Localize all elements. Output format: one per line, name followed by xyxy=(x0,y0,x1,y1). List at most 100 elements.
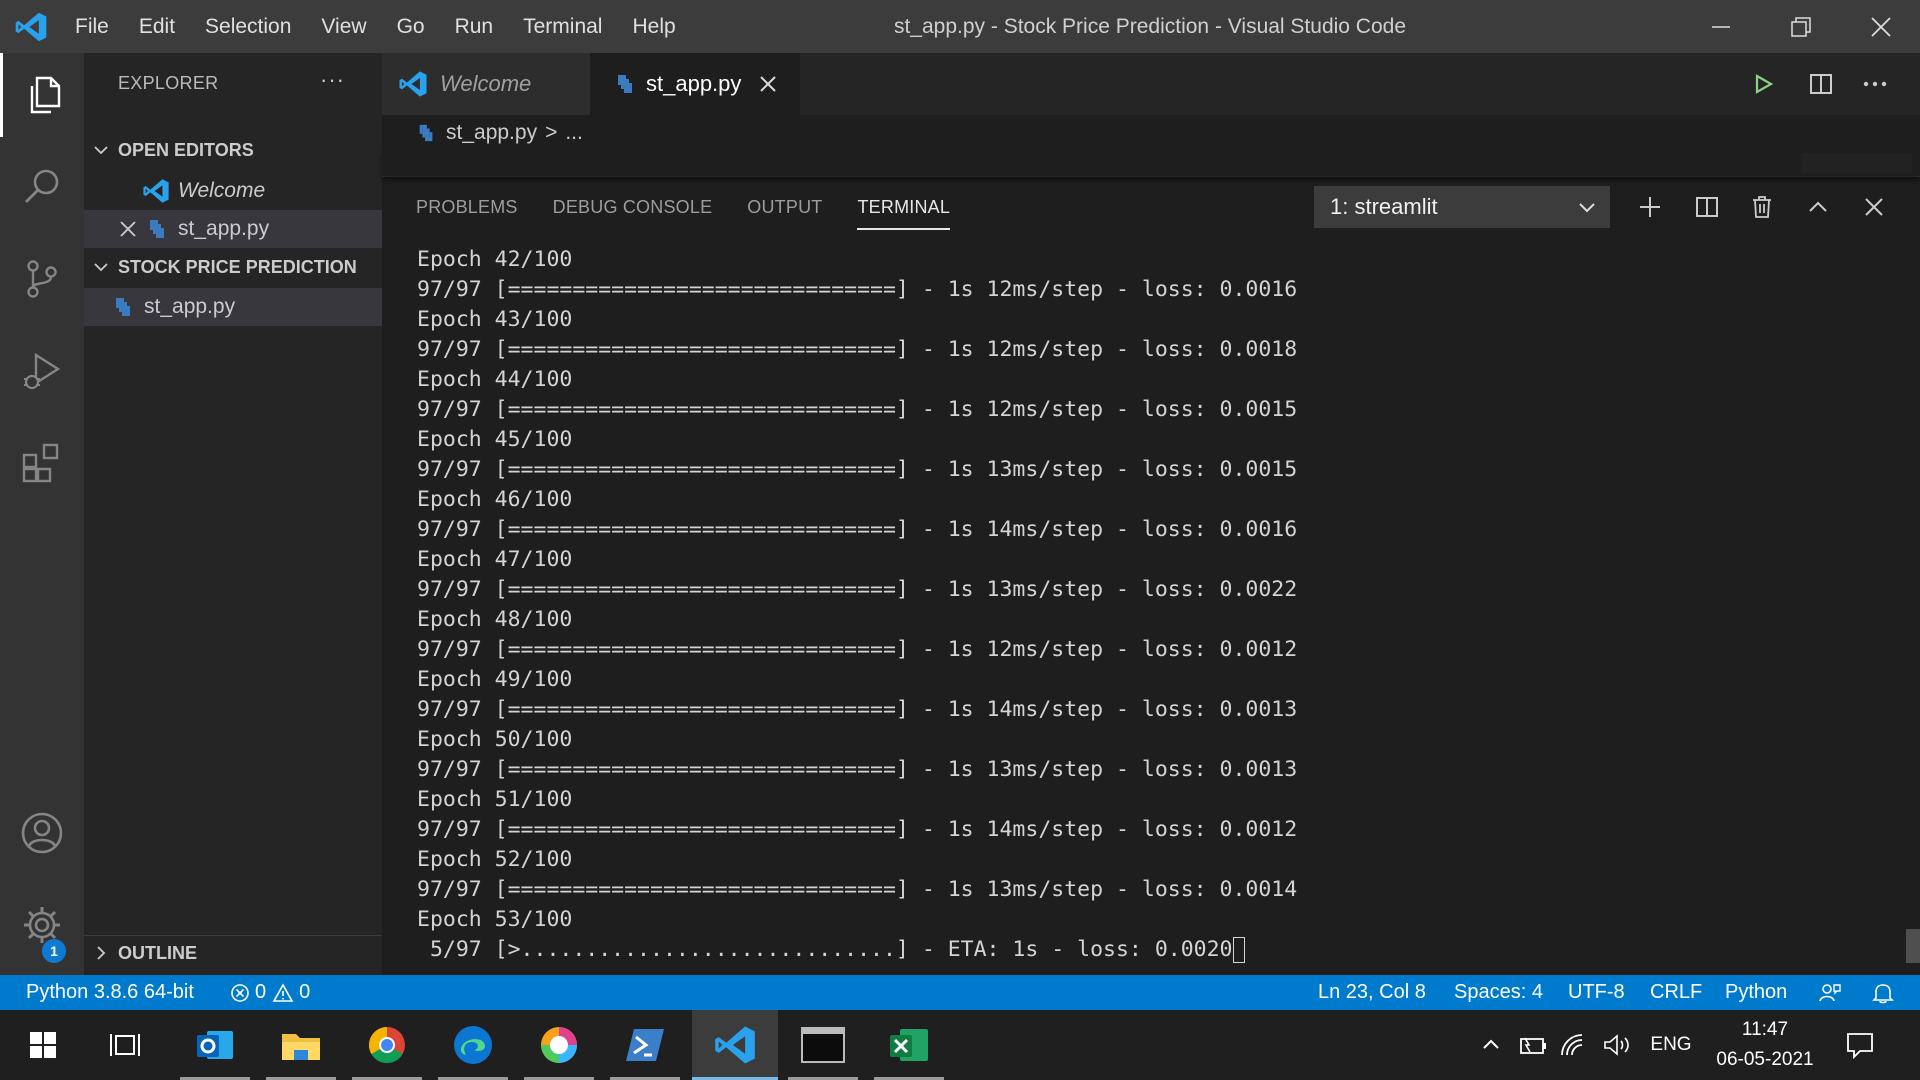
open-editor-welcome[interactable]: Welcome xyxy=(84,172,382,210)
file-label: st_app.py xyxy=(144,295,236,318)
trash-icon xyxy=(1753,196,1771,218)
task-view-button[interactable] xyxy=(82,1010,168,1080)
breadcrumb-symbols[interactable]: ... xyxy=(565,121,583,145)
open-editor-st-app[interactable]: st_app.py xyxy=(84,210,382,248)
folder-icon xyxy=(282,1034,320,1060)
language-mode[interactable]: Python xyxy=(1725,975,1787,1010)
tab-debug-console[interactable]: DEBUG CONSOLE xyxy=(553,197,713,218)
live-share-button[interactable] xyxy=(1818,975,1842,1010)
project-section[interactable]: STOCK PRICE PREDICTION xyxy=(84,250,382,284)
plus-icon xyxy=(1640,197,1660,217)
menu-help[interactable]: Help xyxy=(632,15,675,39)
taskbar-photos[interactable] xyxy=(516,1010,602,1080)
tab-label: st_app.py xyxy=(646,71,742,96)
breadcrumb-file[interactable]: st_app.py xyxy=(446,121,537,145)
terminal-scrollbar[interactable] xyxy=(1906,929,1920,963)
maximize-panel-button[interactable] xyxy=(1798,187,1838,227)
python-file-icon xyxy=(150,220,164,238)
run-file-button[interactable] xyxy=(1738,53,1788,115)
window-title: st_app.py - Stock Price Prediction - Vis… xyxy=(893,15,1407,38)
tab-st-app[interactable]: st_app.py xyxy=(590,53,800,115)
split-editor-button[interactable] xyxy=(1796,53,1846,115)
battery-status[interactable] xyxy=(1514,1010,1550,1080)
split-terminal-button[interactable] xyxy=(1687,187,1727,227)
taskbar-powershell[interactable] xyxy=(602,1010,688,1080)
tab-terminal[interactable]: TERMINAL xyxy=(857,197,950,230)
explorer-sidebar: EXPLORER ··· OPEN EDITORS Welcome st_app… xyxy=(84,53,382,975)
close-panel-button[interactable] xyxy=(1854,187,1894,227)
taskbar-command-prompt[interactable] xyxy=(780,1010,866,1080)
terminal-line: 97/97 [==============================] -… xyxy=(417,637,1298,662)
run-debug-activity[interactable] xyxy=(0,329,84,413)
editor-area[interactable] xyxy=(382,151,1920,176)
terminal-line: 97/97 [==============================] -… xyxy=(417,457,1298,482)
problems-status[interactable]: 0 0 xyxy=(230,975,310,1010)
taskbar-outlook[interactable] xyxy=(172,1010,258,1080)
clock[interactable]: 11:47 06-05-2021 xyxy=(1704,1010,1826,1080)
manage-activity[interactable]: 1 xyxy=(0,883,84,967)
menu-view[interactable]: View xyxy=(321,15,366,39)
menu-selection[interactable]: Selection xyxy=(205,15,291,39)
terminal-line: Epoch 42/100 xyxy=(417,247,573,272)
source-control-activity[interactable] xyxy=(0,237,84,321)
start-button[interactable] xyxy=(0,1010,86,1080)
close-tab-icon[interactable] xyxy=(759,75,777,93)
taskbar-excel[interactable] xyxy=(866,1010,952,1080)
accounts-activity[interactable] xyxy=(0,791,84,875)
taskbar-vscode[interactable] xyxy=(692,1010,778,1080)
terminal-line: 97/97 [==============================] -… xyxy=(417,277,1298,302)
end-of-line[interactable]: CRLF xyxy=(1650,975,1702,1010)
action-center-button[interactable] xyxy=(1840,1010,1880,1080)
outlook-icon xyxy=(197,1031,233,1059)
error-icon xyxy=(231,983,249,1002)
volume-control[interactable] xyxy=(1598,1010,1638,1080)
terminal-lines: Epoch 42/100 97/97 [=====================… xyxy=(417,245,1297,935)
show-hidden-icons-button[interactable] xyxy=(1474,1010,1508,1080)
speaker-icon xyxy=(1604,1034,1629,1056)
menu-go[interactable]: Go xyxy=(397,15,425,39)
feedback-icon xyxy=(1819,983,1841,1001)
outline-section[interactable]: OUTLINE xyxy=(84,935,382,970)
encoding[interactable]: UTF-8 xyxy=(1568,975,1625,1010)
run-debug-icon xyxy=(24,352,61,390)
menu-edit[interactable]: Edit xyxy=(139,15,175,39)
minimize-button[interactable] xyxy=(1686,0,1756,53)
file-st-app[interactable]: st_app.py xyxy=(84,288,382,326)
taskbar-edge[interactable] xyxy=(430,1010,516,1080)
python-interpreter[interactable]: Python 3.8.6 64-bit xyxy=(26,975,194,1010)
open-editors-section[interactable]: OPEN EDITORS xyxy=(84,133,382,167)
explorer-activity[interactable] xyxy=(0,53,84,137)
files-icon xyxy=(30,76,60,114)
close-editor-icon[interactable] xyxy=(120,221,136,237)
notifications-button[interactable] xyxy=(1872,975,1894,1010)
python-file-icon xyxy=(618,75,632,93)
menu-file[interactable]: File xyxy=(75,15,109,39)
kill-terminal-button[interactable] xyxy=(1742,187,1782,227)
tab-problems[interactable]: PROBLEMS xyxy=(416,197,518,218)
more-actions-button[interactable]: ··· xyxy=(320,67,345,93)
menu-terminal[interactable]: Terminal xyxy=(523,15,602,39)
network-status[interactable] xyxy=(1556,1010,1592,1080)
panel-tabs: PROBLEMS DEBUG CONSOLE OUTPUT TERMINAL xyxy=(416,177,985,237)
terminal-select[interactable]: 1: streamlit xyxy=(1314,186,1610,228)
taskbar-chrome[interactable] xyxy=(344,1010,430,1080)
search-activity[interactable] xyxy=(0,145,84,229)
tab-output[interactable]: OUTPUT xyxy=(747,197,822,218)
editor-more-button[interactable] xyxy=(1850,53,1900,115)
minimap[interactable] xyxy=(1802,153,1912,173)
new-terminal-button[interactable] xyxy=(1630,187,1670,227)
tab-welcome[interactable]: Welcome xyxy=(382,53,590,115)
editor-tab-bar: Welcome st_app.py xyxy=(382,53,1920,115)
restore-button[interactable] xyxy=(1766,0,1836,53)
extensions-activity[interactable] xyxy=(0,421,84,505)
taskbar-file-explorer[interactable] xyxy=(258,1010,344,1080)
settings-badge: 1 xyxy=(42,939,66,963)
cursor-position[interactable]: Ln 23, Col 8 xyxy=(1318,975,1426,1010)
terminal-output[interactable]: Epoch 42/100 97/97 [=====================… xyxy=(417,245,1297,965)
terminal-line: Epoch 46/100 xyxy=(417,487,573,512)
terminal-line: Epoch 47/100 xyxy=(417,547,573,572)
menu-run[interactable]: Run xyxy=(455,15,494,39)
close-window-button[interactable] xyxy=(1846,0,1916,53)
input-language[interactable]: ENG xyxy=(1644,1010,1698,1080)
indentation[interactable]: Spaces: 4 xyxy=(1454,975,1543,1010)
